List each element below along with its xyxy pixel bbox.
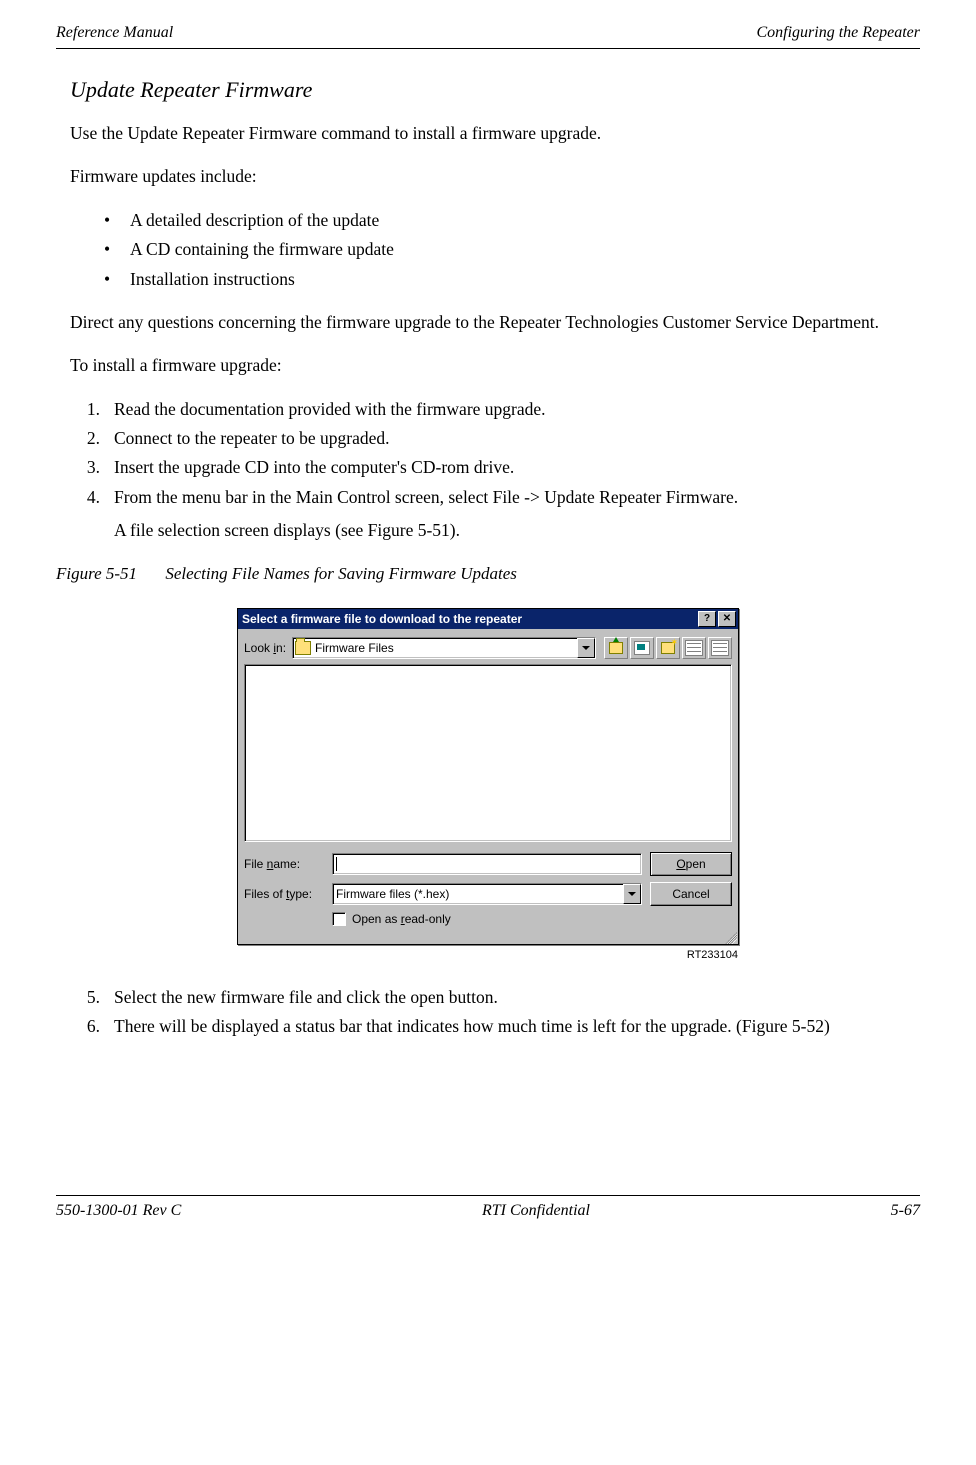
close-button[interactable]: ✕: [718, 611, 736, 627]
resize-grip[interactable]: [238, 932, 738, 944]
step-text: Insert the upgrade CD into the computer'…: [114, 455, 920, 480]
details-icon: [711, 640, 729, 656]
list-view-button[interactable]: [682, 637, 706, 659]
lookin-label: Look in:: [244, 641, 286, 655]
step-text: Connect to the repeater to be upgraded.: [114, 426, 920, 451]
step-text: Read the documentation provided with the…: [114, 397, 920, 422]
footer-center: RTI Confidential: [482, 1202, 590, 1220]
step-number: 6.: [56, 1014, 114, 1039]
filetype-value: Firmware files (*.hex): [336, 887, 449, 901]
file-open-dialog: Select a firmware file to download to th…: [237, 608, 739, 945]
figure-number: Figure 5-51: [56, 564, 137, 583]
step-text: There will be displayed a status bar tha…: [114, 1014, 920, 1039]
header-right: Configuring the Repeater: [756, 24, 920, 42]
step-text: From the menu bar in the Main Control sc…: [114, 487, 738, 507]
cancel-button[interactable]: Cancel: [650, 882, 732, 906]
filetype-combo[interactable]: Firmware files (*.hex): [332, 883, 642, 905]
new-folder-button[interactable]: [656, 637, 680, 659]
step-list-a: 1. Read the documentation provided with …: [56, 397, 920, 544]
filename-label: File name:: [244, 857, 324, 871]
footer-right: 5-67: [891, 1202, 920, 1220]
step-item: 4. From the menu bar in the Main Control…: [56, 485, 920, 544]
step-item: 5. Select the new firmware file and clic…: [56, 985, 920, 1010]
intro-paragraph: Use the Update Repeater Firmware command…: [70, 121, 920, 146]
step-list-b: 5. Select the new firmware file and clic…: [56, 985, 920, 1040]
desktop-icon: [634, 641, 650, 655]
bullet-item: A CD containing the firmware update: [130, 237, 920, 262]
new-folder-icon: [661, 642, 675, 654]
step-number: 5.: [56, 985, 114, 1010]
details-view-button[interactable]: [708, 637, 732, 659]
figure-code: RT233104: [238, 949, 738, 961]
step-item: 3. Insert the upgrade CD into the comput…: [56, 455, 920, 480]
step-item: 6. There will be displayed a status bar …: [56, 1014, 920, 1039]
filename-input[interactable]: [332, 853, 642, 875]
step-item: 1. Read the documentation provided with …: [56, 397, 920, 422]
up-one-level-button[interactable]: [604, 637, 628, 659]
folder-icon: [295, 641, 311, 655]
page-header: Reference Manual Configuring the Repeate…: [56, 24, 920, 42]
combo-arrow-icon[interactable]: [623, 884, 641, 904]
figure-title: Selecting File Names for Saving Firmware…: [165, 564, 517, 583]
step-item: 2. Connect to the repeater to be upgrade…: [56, 426, 920, 451]
step-number: 2.: [56, 426, 114, 451]
lookin-value: Firmware Files: [315, 641, 394, 655]
dialog-titlebar[interactable]: Select a firmware file to download to th…: [238, 609, 738, 629]
list-icon: [685, 640, 703, 656]
lookin-combo[interactable]: Firmware Files: [292, 637, 596, 659]
step-number: 1.: [56, 397, 114, 422]
footer-left: 550-1300-01 Rev C: [56, 1202, 181, 1220]
file-list-area[interactable]: [244, 664, 732, 842]
step-text: Select the new firmware file and click t…: [114, 985, 920, 1010]
includes-intro: Firmware updates include:: [70, 164, 920, 189]
readonly-label: Open as read-only: [352, 912, 451, 926]
step-subtext: A file selection screen displays (see Fi…: [114, 518, 920, 543]
page-footer: 550-1300-01 Rev C RTI Confidential 5-67: [56, 1202, 920, 1220]
text-cursor: [336, 857, 338, 871]
direct-paragraph: Direct any questions concerning the firm…: [70, 310, 920, 335]
help-button[interactable]: ?: [698, 611, 716, 627]
section-title: Update Repeater Firmware: [70, 77, 920, 103]
figure-caption: Figure 5-51 Selecting File Names for Sav…: [56, 564, 920, 584]
step-number: 4.: [56, 485, 114, 544]
open-button[interactable]: Open: [650, 852, 732, 876]
bullet-item: Installation instructions: [130, 267, 920, 292]
filetype-label: Files of type:: [244, 887, 324, 901]
up-folder-icon: [609, 642, 623, 654]
footer-rule: [56, 1195, 920, 1196]
header-left: Reference Manual: [56, 24, 173, 42]
desktop-button[interactable]: [630, 637, 654, 659]
bullet-list: A detailed description of the update A C…: [70, 208, 920, 292]
readonly-checkbox[interactable]: [332, 912, 346, 926]
step-number: 3.: [56, 455, 114, 480]
dialog-title: Select a firmware file to download to th…: [242, 612, 696, 626]
install-intro: To install a firmware upgrade:: [70, 353, 920, 378]
combo-arrow-icon[interactable]: [577, 638, 595, 658]
bullet-item: A detailed description of the update: [130, 208, 920, 233]
resize-grip-icon: [725, 932, 737, 944]
header-rule: [56, 48, 920, 49]
